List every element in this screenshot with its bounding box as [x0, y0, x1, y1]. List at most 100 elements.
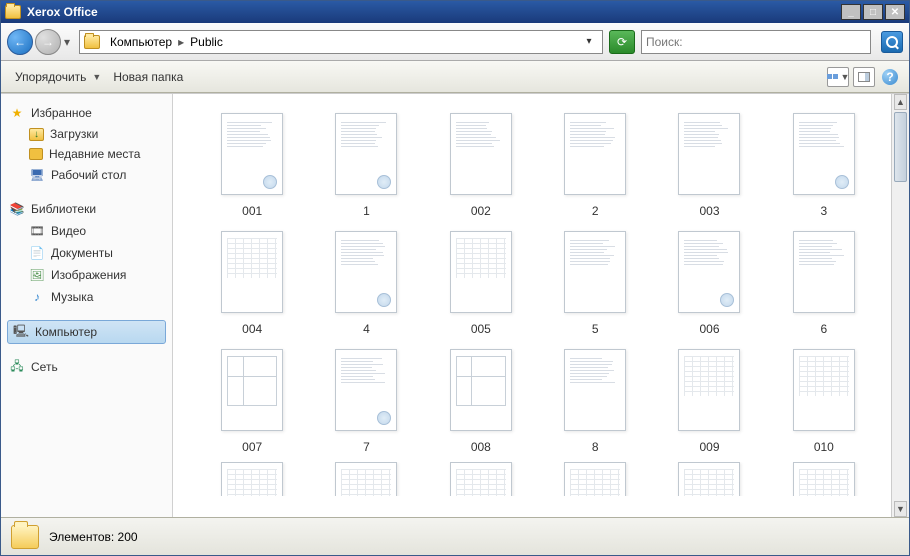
new-folder-button[interactable]: Новая папка: [107, 68, 189, 86]
arrow-right-icon: →: [42, 35, 54, 49]
scroll-thumb[interactable]: [894, 112, 907, 182]
folder-icon: [5, 5, 21, 19]
file-item[interactable]: 007: [197, 342, 307, 456]
sidebar-item-downloads[interactable]: Загрузки: [7, 124, 166, 144]
file-item[interactable]: 008: [426, 342, 536, 456]
arrow-left-icon: ←: [14, 35, 26, 49]
sidebar-item-documents[interactable]: 📄 Документы: [7, 242, 166, 264]
file-thumbnail: [199, 462, 305, 496]
sidebar-item-computer[interactable]: 🖳 Компьютер: [7, 320, 166, 344]
file-item[interactable]: 001: [197, 106, 307, 220]
file-item[interactable]: 006: [654, 224, 764, 338]
file-item[interactable]: 5: [540, 224, 650, 338]
file-item[interactable]: 010: [769, 342, 879, 456]
preview-pane-button[interactable]: [853, 67, 875, 87]
refresh-button[interactable]: ⟳: [609, 30, 635, 54]
file-item[interactable]: [197, 460, 307, 498]
sidebar-item-label: Загрузки: [50, 127, 98, 141]
file-thumbnail: [542, 344, 648, 436]
file-item[interactable]: 002: [426, 106, 536, 220]
file-name: 008: [471, 436, 491, 454]
network-icon: 🖧: [9, 359, 25, 375]
file-name: 8: [592, 436, 599, 454]
file-item[interactable]: [654, 460, 764, 498]
libraries-icon: 📚: [9, 201, 25, 217]
sidebar-item-recent[interactable]: Недавние места: [7, 144, 166, 164]
address-dropdown[interactable]: ▾: [580, 36, 598, 47]
file-thumbnail: [199, 344, 305, 436]
search-box[interactable]: Поиск:: [641, 30, 871, 54]
back-button[interactable]: ←: [7, 29, 33, 55]
scroll-up-button[interactable]: ▲: [894, 94, 907, 110]
status-value: 200: [118, 530, 138, 544]
history-dropdown[interactable]: ▾: [61, 29, 73, 55]
file-name: 1: [363, 200, 370, 218]
search-button[interactable]: [881, 31, 903, 53]
scroll-down-button[interactable]: ▼: [894, 501, 907, 517]
maximize-button[interactable]: □: [863, 4, 883, 20]
address-bar[interactable]: Компьютер ▸ Public ▾: [79, 30, 603, 54]
status-label: Элементов:: [49, 530, 114, 544]
file-item[interactable]: 1: [311, 106, 421, 220]
file-thumbnail: [428, 462, 534, 496]
chevron-down-icon: ▼: [841, 72, 850, 82]
pane-icon: [858, 72, 870, 82]
view-options-button[interactable]: ▼: [827, 67, 849, 87]
refresh-icon: ⟳: [617, 35, 627, 49]
libraries-group[interactable]: 📚 Библиотеки: [7, 198, 166, 220]
breadcrumb-root[interactable]: Компьютер: [106, 35, 176, 49]
file-item[interactable]: [426, 460, 536, 498]
file-name: 5: [592, 318, 599, 336]
vertical-scrollbar[interactable]: ▲ ▼: [891, 94, 909, 517]
forward-button[interactable]: →: [35, 29, 61, 55]
organize-button[interactable]: Упорядочить ▼: [9, 68, 107, 86]
file-thumbnail: [656, 226, 762, 318]
file-item[interactable]: [769, 460, 879, 498]
file-item[interactable]: 7: [311, 342, 421, 456]
file-thumbnail: [771, 462, 877, 496]
file-name: 004: [242, 318, 262, 336]
file-thumbnail: [656, 462, 762, 496]
sidebar-item-network[interactable]: 🖧 Сеть: [7, 356, 166, 378]
chevron-down-icon: ▼: [92, 72, 101, 82]
close-button[interactable]: ✕: [885, 4, 905, 20]
sidebar-item-desktop[interactable]: 🖥 Рабочий стол: [7, 164, 166, 186]
file-thumbnail: [771, 108, 877, 200]
file-thumbnail: [428, 108, 534, 200]
file-item[interactable]: [311, 460, 421, 498]
file-grid: 001 1 002 2 003 3 004 4 005 5 006 6 007 7 008 8 009 010: [173, 94, 891, 517]
file-name: 7: [363, 436, 370, 454]
file-item[interactable]: [540, 460, 650, 498]
file-item[interactable]: 8: [540, 342, 650, 456]
recent-places-icon: [29, 148, 43, 160]
help-button[interactable]: ?: [879, 67, 901, 87]
sidebar-item-music[interactable]: ♪ Музыка: [7, 286, 166, 308]
minimize-button[interactable]: _: [841, 4, 861, 20]
chevron-right-icon[interactable]: ▸: [176, 35, 186, 49]
breadcrumb-item[interactable]: Public: [186, 35, 227, 49]
file-item[interactable]: 2: [540, 106, 650, 220]
sidebar-item-images[interactable]: 🖼 Изображения: [7, 264, 166, 286]
file-name: 010: [814, 436, 834, 454]
file-item[interactable]: 4: [311, 224, 421, 338]
file-item[interactable]: 003: [654, 106, 764, 220]
file-item[interactable]: 6: [769, 224, 879, 338]
file-thumbnail: [428, 226, 534, 318]
file-thumbnail: [313, 226, 419, 318]
favorites-group[interactable]: ★ Избранное: [7, 102, 166, 124]
file-item[interactable]: 004: [197, 224, 307, 338]
file-name: 005: [471, 318, 491, 336]
images-icon: 🖼: [29, 267, 45, 283]
music-icon: ♪: [29, 289, 45, 305]
explorer-window: Xerox Office _ □ ✕ ← → ▾ Компьютер ▸ Pub…: [0, 0, 910, 556]
file-thumbnail: [542, 226, 648, 318]
sidebar-item-video[interactable]: 🎞 Видео: [7, 220, 166, 242]
file-name: 2: [592, 200, 599, 218]
file-item[interactable]: 005: [426, 224, 536, 338]
file-item[interactable]: 3: [769, 106, 879, 220]
file-name: 6: [820, 318, 827, 336]
file-name: 003: [699, 200, 719, 218]
file-item[interactable]: 009: [654, 342, 764, 456]
favorites-label: Избранное: [31, 106, 92, 120]
sidebar-item-label: Сеть: [31, 360, 58, 374]
